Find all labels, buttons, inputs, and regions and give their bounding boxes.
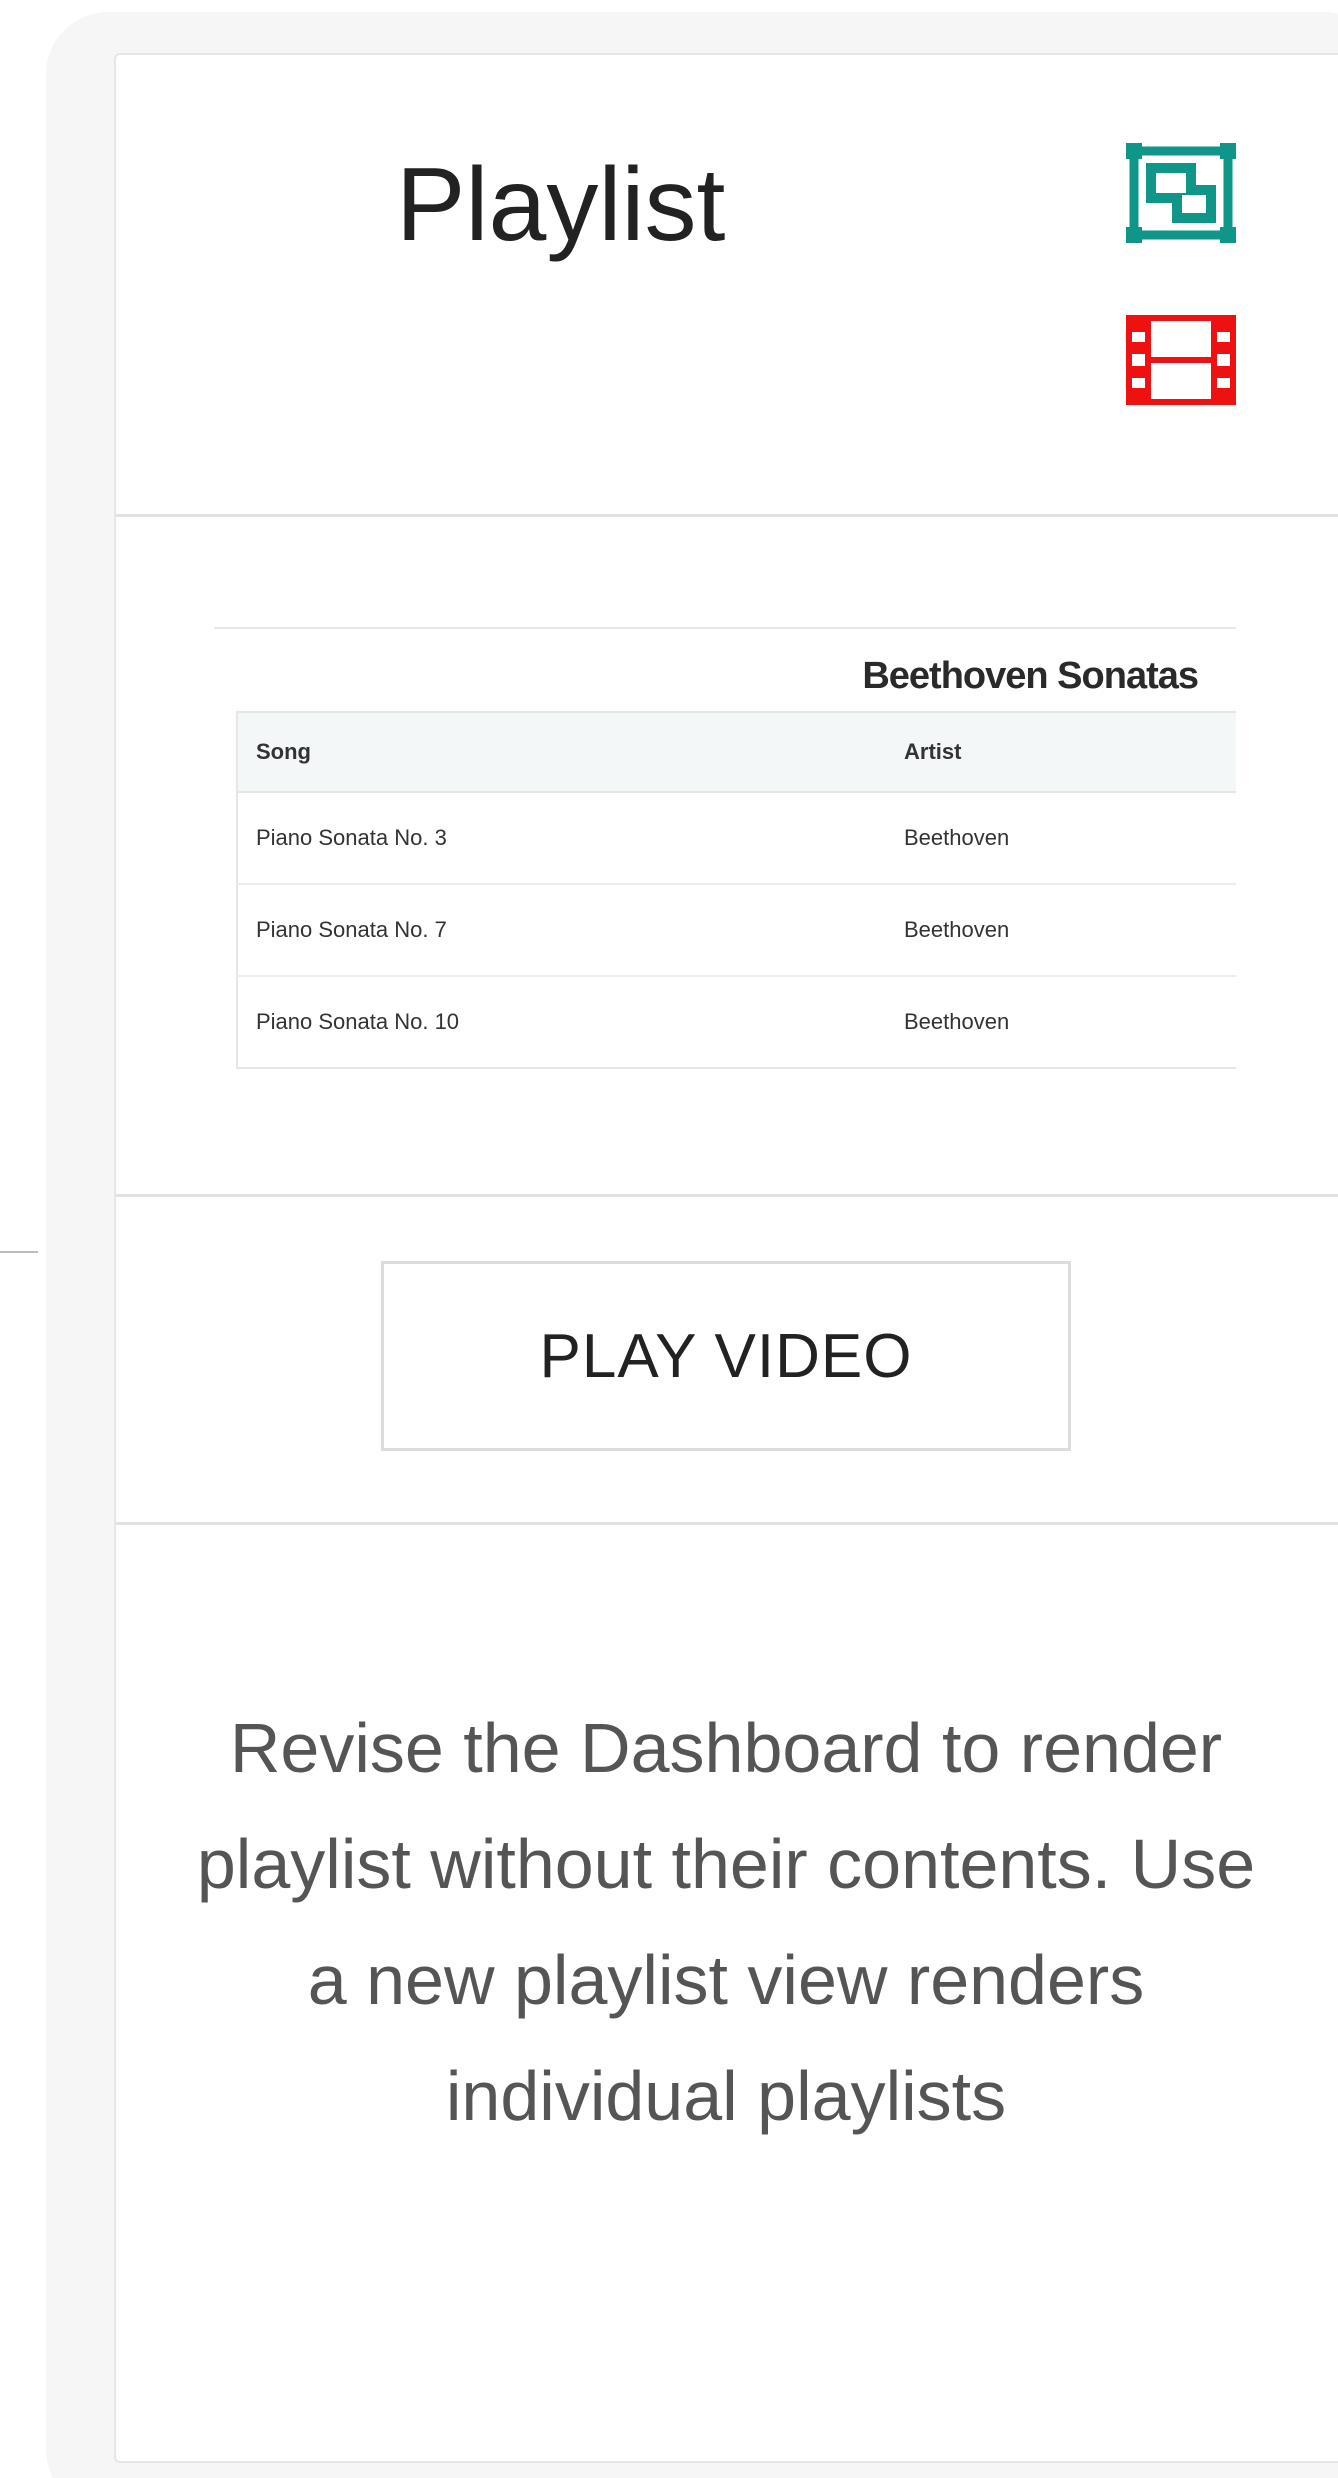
song-cell: Piano Sonata No. 7 <box>256 917 447 942</box>
page: Playlist Beethoven Sonatas Song Artist P… <box>0 0 1338 2478</box>
table-row[interactable]: Piano Sonata No. 10 Beethoven <box>237 976 1236 1068</box>
playlist-table-wrapper: Beethoven Sonatas Song Artist Piano Sona… <box>214 627 1236 1069</box>
table-top-rule <box>214 627 1236 629</box>
play-video-button[interactable]: PLAY VIDEO <box>381 1261 1071 1451</box>
column-header-artist: Artist <box>886 712 1236 793</box>
column-header-song: Song <box>237 712 886 793</box>
artist-cell: Beethoven <box>904 1009 1010 1034</box>
page-title: Playlist <box>396 147 726 263</box>
play-section: PLAY VIDEO <box>116 1197 1338 1525</box>
table-row[interactable]: Piano Sonata No. 3 Beethoven <box>237 792 1236 884</box>
card-header: Playlist <box>116 55 1338 517</box>
playlist-name: Beethoven Sonatas <box>862 655 1199 697</box>
artist-cell: Beethoven <box>904 917 1010 942</box>
artist-cell: Beethoven <box>904 825 1010 850</box>
task-note: Revise the Dashboard to render playlist … <box>196 1709 1256 2135</box>
video-button[interactable] <box>1126 310 1236 410</box>
table-row[interactable]: Piano Sonata No. 7 Beethoven <box>237 884 1236 976</box>
layers-icon <box>1126 143 1236 243</box>
layers-button[interactable] <box>1126 143 1236 243</box>
song-cell: Piano Sonata No. 10 <box>256 1009 460 1034</box>
playlist-card: Playlist Beethoven Sonatas Song Artist P… <box>114 53 1338 2463</box>
song-cell: Piano Sonata No. 3 <box>256 825 447 850</box>
divider-line <box>0 1251 38 1253</box>
film-icon <box>1126 315 1236 405</box>
playlist-section: Beethoven Sonatas Song Artist Piano Sona… <box>116 517 1338 1197</box>
songs-table: Song Artist Piano Sonata No. 3 Beethoven… <box>236 711 1236 1069</box>
table-header-row: Song Artist <box>237 712 1236 793</box>
note-section: Revise the Dashboard to render playlist … <box>116 1525 1338 2425</box>
